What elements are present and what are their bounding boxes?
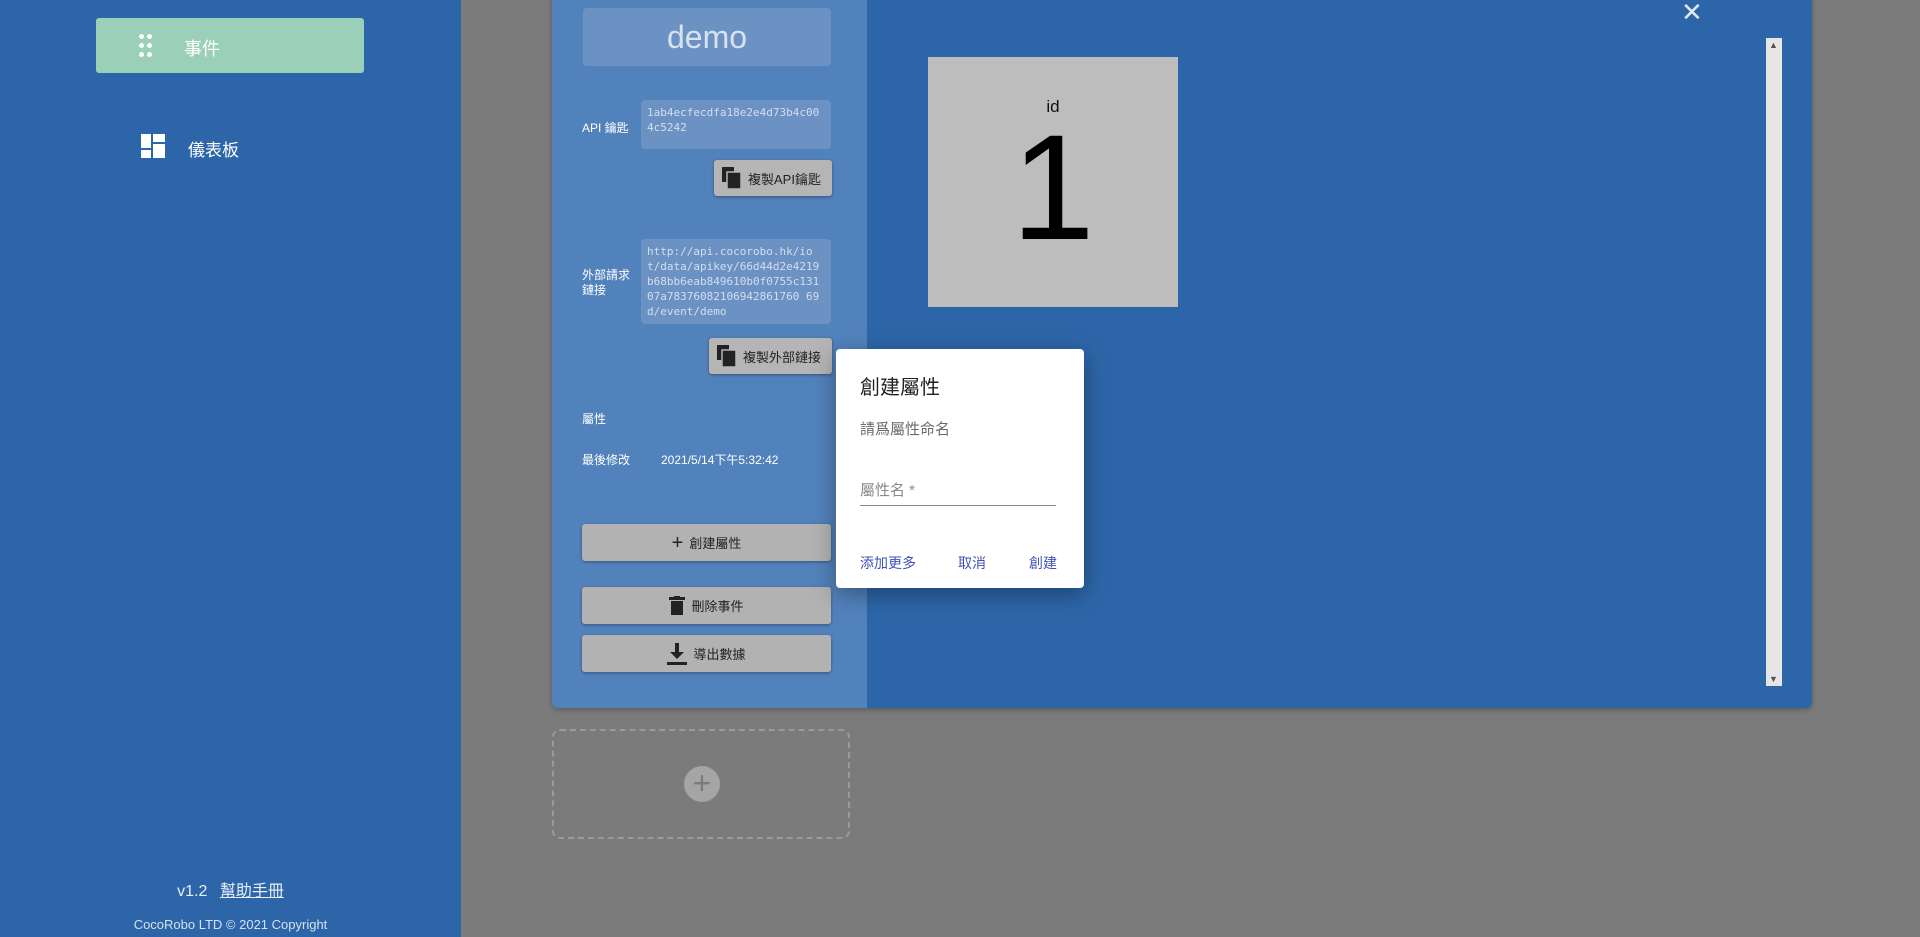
external-url-value: http://api.cocorobo.hk/iot/data/apikey/6… [641, 239, 831, 324]
close-icon[interactable]: ✕ [1681, 0, 1703, 25]
api-key-label: API 鑰匙 [582, 121, 629, 135]
event-name: demo [583, 8, 831, 66]
attribute-name-input[interactable] [860, 475, 1056, 506]
copy-icon [722, 167, 742, 189]
dialog-subtitle: 請爲屬性命名 [860, 421, 951, 438]
scroll-up-icon[interactable]: ▲ [1769, 40, 1778, 50]
help-link[interactable]: 幫助手冊 [220, 883, 284, 900]
cancel-button[interactable]: 取消 [958, 553, 986, 573]
dashboard-icon[interactable] [141, 134, 165, 158]
delete-event-button[interactable]: 刪除事件 [582, 587, 831, 624]
drag-dots-icon [139, 34, 153, 58]
version-row: v1.2 幫助手冊 [0, 877, 461, 901]
copy-api-key-label: 複製API鑰匙 [748, 171, 821, 187]
export-data-label: 導出數據 [693, 647, 746, 662]
create-button[interactable]: 創建 [1029, 553, 1057, 573]
copy-api-key-button[interactable]: 複製API鑰匙 [714, 160, 832, 196]
sidebar-item-label[interactable]: 事件 [184, 35, 220, 61]
delete-event-label: 刪除事件 [691, 599, 744, 614]
plus-icon: + [671, 531, 684, 554]
export-data-button[interactable]: 導出數據 [582, 635, 831, 672]
trash-icon [669, 596, 686, 615]
add-icon[interactable]: + [684, 766, 720, 802]
sidebar: 事件 儀表板 v1.2 幫助手冊 CocoRobo LTD © 2021 Cop… [0, 0, 461, 937]
copy-external-url-label: 複製外部鏈接 [743, 349, 822, 365]
value-widget[interactable]: id 1 [928, 57, 1178, 307]
last-modified-label: 最後修改 [582, 453, 631, 467]
api-key-value: 1ab4ecfecdfa18e2e4d73b4c004c5242 [641, 100, 831, 149]
copyright: CocoRobo LTD © 2021 Copyright [133, 917, 328, 932]
create-attribute-dialog: 創建屬性 請爲屬性命名 添加更多 取消 創建 [836, 349, 1084, 588]
scrollbar[interactable] [1766, 38, 1782, 686]
attributes-label: 屬性 [582, 412, 607, 426]
scroll-down-icon[interactable]: ▼ [1769, 674, 1778, 684]
version-label: v1.2 [177, 883, 208, 900]
download-icon [667, 642, 688, 665]
sidebar-item-events[interactable] [96, 18, 364, 73]
copy-icon [717, 345, 737, 367]
copy-external-url-button[interactable]: 複製外部鏈接 [709, 338, 832, 374]
widget-value: 1 [1011, 103, 1095, 271]
dialog-title: 創建屬性 [860, 377, 940, 399]
create-attribute-label: 創建屬性 [689, 536, 742, 551]
last-modified-value: 2021/5/14下午5:32:42 [661, 453, 779, 467]
external-url-label: 外部請求 鏈接 [582, 268, 631, 297]
create-attribute-button[interactable]: + 創建屬性 [582, 524, 831, 561]
add-more-button[interactable]: 添加更多 [860, 553, 916, 573]
sidebar-item-dashboard[interactable]: 儀表板 [188, 136, 239, 161]
